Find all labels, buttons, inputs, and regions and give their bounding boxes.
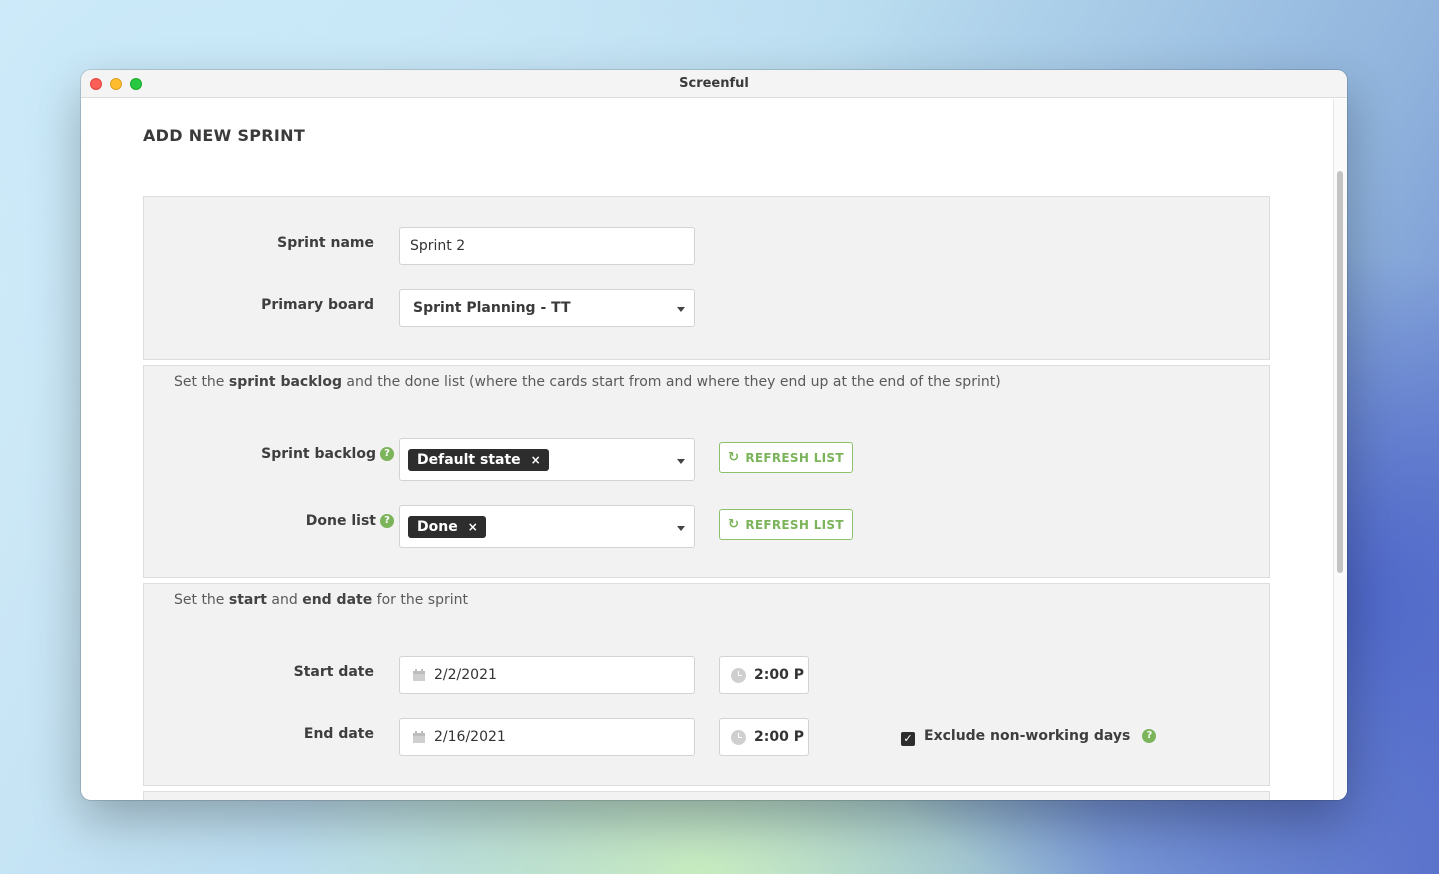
calendar-icon: [412, 668, 426, 682]
chevron-down-icon: [677, 525, 685, 531]
remove-chip-icon[interactable]: ×: [468, 520, 478, 534]
sprint-backlog-label: Sprint backlog?: [204, 446, 394, 462]
done-list-select[interactable]: Done ×: [399, 505, 695, 548]
main-content: ADD NEW SPRINT Sprint name Sprint 2 Prim…: [81, 99, 1347, 800]
end-date-value: 2/16/2021: [434, 729, 506, 745]
primary-board-select[interactable]: Sprint Planning - TT: [399, 289, 695, 327]
exclude-non-working-days-checkbox[interactable]: ✓: [901, 732, 915, 746]
next-panel: [143, 791, 1270, 800]
sprint-backlog-chip: Default state ×: [408, 448, 549, 471]
minimize-window-button[interactable]: [110, 78, 122, 90]
chevron-down-icon: [677, 307, 685, 312]
refresh-done-list-button[interactable]: ↻ REFRESH LIST: [719, 509, 853, 540]
exclude-non-working-days-label: Exclude non-working days?: [924, 728, 1157, 744]
primary-board-label: Primary board: [261, 297, 374, 313]
sprint-backlog-select[interactable]: Default state ×: [399, 438, 695, 481]
end-time-value: 2:00 P: [754, 729, 804, 745]
dates-description: Set the start and end date for the sprin…: [174, 592, 468, 608]
start-time-value: 2:00 P: [754, 667, 804, 683]
close-window-button[interactable]: [90, 78, 102, 90]
sprint-name-label: Sprint name: [277, 235, 374, 251]
help-icon[interactable]: ?: [380, 514, 394, 528]
chevron-down-icon: [677, 458, 685, 464]
app-window: Screenful ADD NEW SPRINT Sprint name Spr…: [81, 70, 1347, 800]
vertical-scrollbar[interactable]: [1333, 99, 1347, 800]
start-time-input[interactable]: 2:00 P: [719, 656, 809, 694]
scrollbar-thumb[interactable]: [1337, 171, 1343, 573]
remove-chip-icon[interactable]: ×: [531, 453, 541, 467]
start-date-input[interactable]: 2/2/2021: [399, 656, 695, 694]
primary-board-value: Sprint Planning - TT: [413, 300, 571, 316]
done-list-label: Done list?: [204, 513, 394, 529]
done-list-chip: Done ×: [408, 515, 486, 538]
start-date-label: Start date: [293, 664, 374, 680]
page-title: ADD NEW SPRINT: [143, 126, 306, 145]
refresh-icon: ↻: [728, 450, 740, 465]
end-date-label: End date: [303, 726, 374, 742]
window-title: Screenful: [679, 76, 749, 91]
sprint-lists-panel: Set the sprint backlog and the done list…: [143, 365, 1270, 578]
end-time-input[interactable]: 2:00 P: [719, 718, 809, 756]
window-controls: [90, 78, 142, 90]
title-bar: Screenful: [81, 70, 1347, 98]
sprint-dates-panel: Set the start and end date for the sprin…: [143, 583, 1270, 786]
help-icon[interactable]: ?: [380, 447, 394, 461]
sprint-name-value: Sprint 2: [410, 238, 466, 254]
end-date-input[interactable]: 2/16/2021: [399, 718, 695, 756]
refresh-backlog-button[interactable]: ↻ REFRESH LIST: [719, 442, 853, 473]
sprint-basics-panel: Sprint name Sprint 2 Primary board Sprin…: [143, 196, 1270, 360]
start-date-value: 2/2/2021: [434, 667, 497, 683]
calendar-icon: [412, 730, 426, 744]
refresh-icon: ↻: [728, 517, 740, 532]
sprint-name-input[interactable]: Sprint 2: [399, 227, 695, 265]
help-icon[interactable]: ?: [1142, 729, 1157, 743]
maximize-window-button[interactable]: [130, 78, 142, 90]
clock-icon: [731, 667, 746, 683]
lists-description: Set the sprint backlog and the done list…: [174, 374, 1001, 390]
clock-icon: [731, 729, 746, 745]
